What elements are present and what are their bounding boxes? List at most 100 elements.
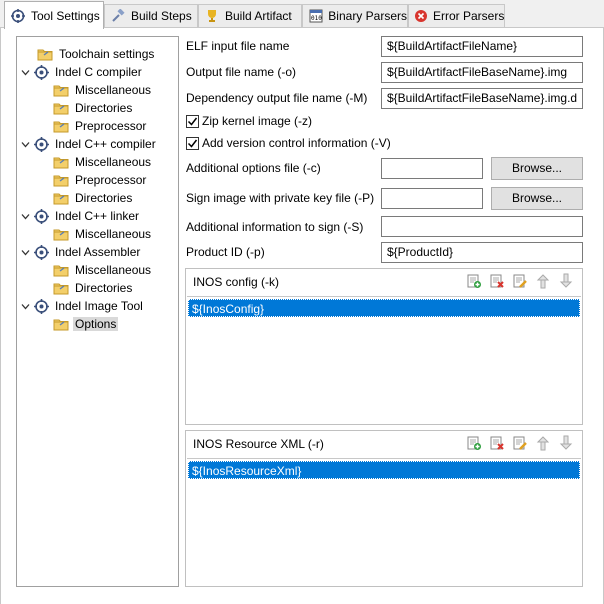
tree-item[interactable]: Indel C++ linker xyxy=(21,207,141,225)
move-down-icon[interactable] xyxy=(558,273,574,289)
tool-icon xyxy=(33,136,49,152)
tree-item-label: Miscellaneous xyxy=(75,155,152,169)
tree-item-label: Options xyxy=(73,317,119,331)
gear-icon xyxy=(10,8,26,24)
browse-options-button[interactable]: Browse... xyxy=(491,157,583,180)
tab-label: Build Steps xyxy=(131,9,192,23)
product-id-field[interactable]: ${ProductId} xyxy=(381,242,583,263)
version-control-label: Add version control information (-V) xyxy=(202,136,391,150)
tree-item-label: Directories xyxy=(75,101,133,115)
zip-kernel-checkbox-row[interactable]: Zip kernel image (-z) xyxy=(186,113,312,129)
zip-kernel-checkbox[interactable] xyxy=(186,114,199,128)
tree-item-label: Directories xyxy=(75,191,133,205)
add-icon[interactable] xyxy=(466,435,482,451)
add-icon[interactable] xyxy=(466,273,482,289)
tree-item[interactable]: Indel C++ compiler xyxy=(21,135,158,153)
tree-item[interactable]: Directories xyxy=(53,189,134,207)
additional-info-label: Additional information to sign (-S) xyxy=(186,220,364,234)
dependency-output-label: Dependency output file name (-M) xyxy=(186,91,368,105)
move-up-icon[interactable] xyxy=(535,435,551,451)
tree-item-label: Preprocessor xyxy=(75,119,147,133)
tree-item[interactable]: Indel Assembler xyxy=(21,243,142,261)
additional-options-label: Additional options file (-c) xyxy=(186,161,321,175)
tool-icon xyxy=(33,208,49,224)
chevron-down-icon[interactable] xyxy=(21,68,30,77)
tree-item[interactable]: Toolchain settings xyxy=(37,45,156,63)
settings-tree[interactable]: Toolchain settings Indel C compiler Miscel… xyxy=(16,36,179,587)
inos-resource-list[interactable]: ${InosResourceXml} xyxy=(187,458,581,585)
inos-config-title: INOS config (-k) xyxy=(193,275,280,289)
output-file-field[interactable]: ${BuildArtifactFileBaseName}.img xyxy=(381,62,583,83)
tree-item-label: Indel Assembler xyxy=(55,245,141,259)
browse-key-button[interactable]: Browse... xyxy=(491,187,583,210)
inos-config-list[interactable]: ${InosConfig} xyxy=(187,296,581,423)
tree-item-label: Preprocessor xyxy=(75,173,147,187)
tree-item[interactable]: Directories xyxy=(53,99,134,117)
tree-item[interactable]: Miscellaneous xyxy=(53,81,153,99)
tab-build-steps[interactable]: Build Steps xyxy=(104,4,198,27)
tree-item[interactable]: Indel C compiler xyxy=(21,63,144,81)
trophy-icon xyxy=(204,8,220,24)
folder-icon xyxy=(53,118,69,134)
tab-label: Tool Settings xyxy=(31,8,100,23)
tree-item-label: Indel Image Tool xyxy=(55,299,143,313)
tab-tool-settings[interactable]: Tool Settings xyxy=(4,1,104,29)
sign-image-label: Sign image with private key file (-P) xyxy=(186,191,375,205)
tool-settings-panel: Toolchain settings Indel C compiler Miscel… xyxy=(0,28,604,604)
chevron-down-icon[interactable] xyxy=(21,302,30,311)
hammer-icon xyxy=(110,8,126,24)
tree-item-label: Directories xyxy=(75,281,133,295)
zip-kernel-label: Zip kernel image (-z) xyxy=(202,114,313,128)
error-icon xyxy=(414,8,428,24)
tree-item-label: Miscellaneous xyxy=(75,263,152,277)
inos-resource-title: INOS Resource XML (-r) xyxy=(193,437,324,451)
version-control-checkbox[interactable] xyxy=(186,136,199,150)
tab-strip: Tool Settings Build Steps Build Artifact… xyxy=(0,0,604,29)
output-file-label: Output file name (-o) xyxy=(186,65,297,79)
list-item[interactable]: ${InosConfig} xyxy=(188,299,580,317)
chevron-down-icon[interactable] xyxy=(21,212,30,221)
chevron-down-icon[interactable] xyxy=(21,248,30,257)
list-item[interactable]: ${InosResourceXml} xyxy=(188,461,580,479)
inos-config-group: INOS config (-k) ${InosConfig} xyxy=(185,268,583,425)
elf-input-label: ELF input file name xyxy=(186,39,290,53)
tree-item[interactable]: Preprocessor xyxy=(53,117,148,135)
chevron-down-icon[interactable] xyxy=(21,140,30,149)
move-up-icon[interactable] xyxy=(535,273,551,289)
tab-label: Binary Parsers xyxy=(328,9,407,23)
version-control-checkbox-row[interactable]: Add version control information (-V) xyxy=(186,135,391,151)
folder-icon xyxy=(53,190,69,206)
tree-item[interactable]: Miscellaneous xyxy=(53,153,153,171)
folder-icon xyxy=(53,280,69,296)
tool-icon xyxy=(33,244,49,260)
folder-icon xyxy=(53,262,69,278)
tab-label: Build Artifact xyxy=(225,9,292,23)
tree-item[interactable]: Options xyxy=(53,315,119,333)
tab-error-parsers[interactable]: Error Parsers xyxy=(408,4,505,27)
tree-item[interactable]: Directories xyxy=(53,279,134,297)
folder-icon xyxy=(37,46,53,62)
tree-item[interactable]: Preprocessor xyxy=(53,171,148,189)
delete-icon[interactable] xyxy=(489,435,505,451)
edit-icon[interactable] xyxy=(512,435,528,451)
tab-build-artifact[interactable]: Build Artifact xyxy=(198,4,302,27)
folder-icon xyxy=(53,82,69,98)
tree-item[interactable]: Miscellaneous xyxy=(53,225,153,243)
additional-info-field[interactable] xyxy=(381,216,583,237)
tree-item[interactable]: Miscellaneous xyxy=(53,261,153,279)
tree-item-label: Toolchain settings xyxy=(59,47,155,61)
folder-icon xyxy=(53,316,69,332)
edit-icon[interactable] xyxy=(512,273,528,289)
inos-config-toolbar xyxy=(459,273,574,289)
additional-options-field[interactable] xyxy=(381,158,483,179)
tree-item-label: Indel C compiler xyxy=(55,65,142,79)
sign-image-field[interactable] xyxy=(381,188,483,209)
inos-resource-group: INOS Resource XML (-r) ${InosResourceXml… xyxy=(185,430,583,587)
tree-item[interactable]: Indel Image Tool xyxy=(21,297,145,315)
delete-icon[interactable] xyxy=(489,273,505,289)
move-down-icon[interactable] xyxy=(558,435,574,451)
elf-input-field[interactable]: ${BuildArtifactFileName} xyxy=(381,36,583,57)
dependency-output-field[interactable]: ${BuildArtifactFileBaseName}.img.d xyxy=(381,88,583,109)
folder-icon xyxy=(53,100,69,116)
tab-binary-parsers[interactable]: 010 Binary Parsers xyxy=(302,4,408,27)
